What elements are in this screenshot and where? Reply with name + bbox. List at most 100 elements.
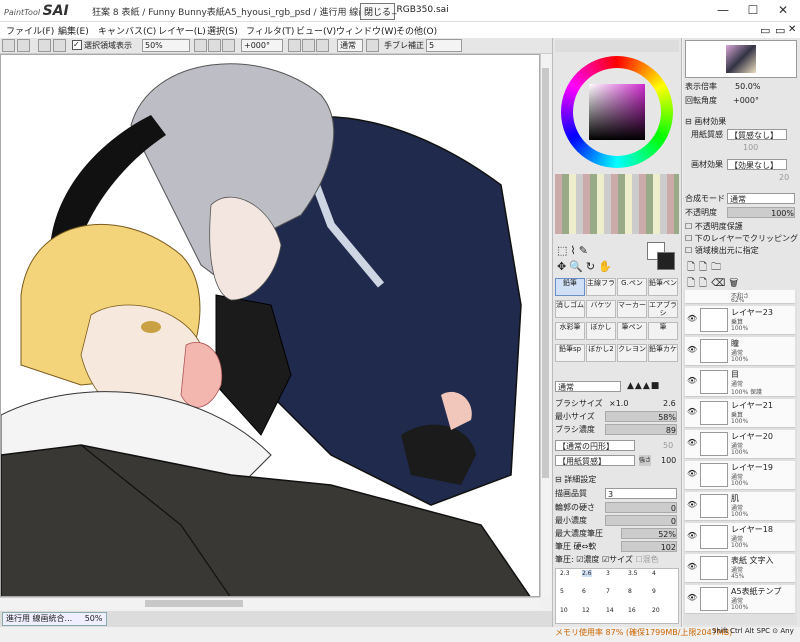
- brush-size-value[interactable]: 2.6: [663, 398, 676, 409]
- menu-other[interactable]: その他(O): [396, 24, 437, 37]
- nav-zoom-value[interactable]: 50.0%: [735, 81, 760, 92]
- color-swatches[interactable]: [555, 174, 679, 234]
- rotate-reset-icon[interactable]: [316, 39, 329, 52]
- eye-icon[interactable]: 👁: [687, 562, 697, 572]
- nav-tools[interactable]: ✥🔍↻✋: [557, 260, 615, 273]
- layer-list[interactable]: 不和さ 62% 👁 レイヤー23 乗算 100% 👁 瞳通常 100% 👁 目通常 100% 保…: [683, 290, 797, 625]
- zoom-in-icon[interactable]: [208, 39, 221, 52]
- tool-pencil-kake[interactable]: 鉛筆カケ: [648, 344, 678, 362]
- mdi-close-icon[interactable]: ✕: [788, 24, 796, 35]
- tool-gpen[interactable]: G.ペン: [617, 278, 647, 296]
- min-density-slider[interactable]: 0: [605, 515, 677, 526]
- layer-item[interactable]: 👁 レイヤー19 通常 100%: [685, 461, 795, 490]
- brush-density-slider[interactable]: 89: [605, 424, 677, 435]
- eye-icon[interactable]: 👁: [687, 345, 697, 355]
- menu-edit[interactable]: 編集(E): [58, 24, 89, 37]
- canvas[interactable]: [0, 54, 540, 597]
- menu-canvas[interactable]: キャンバス(C): [98, 24, 156, 37]
- tool-mainline[interactable]: 主線フラ: [586, 278, 616, 296]
- layer-item[interactable]: 不和さ 62%: [685, 290, 795, 304]
- zoom-reset-icon[interactable]: [222, 39, 235, 52]
- rotate-right-icon[interactable]: [302, 39, 315, 52]
- tool-blur2[interactable]: ぼかし2: [586, 344, 616, 362]
- rotation-select[interactable]: +000°: [241, 39, 283, 52]
- nav-rot-value[interactable]: +000°: [733, 95, 759, 106]
- menu-file[interactable]: ファイル(F): [6, 24, 54, 37]
- tool-brushpen[interactable]: 筆ペン: [617, 322, 647, 340]
- canvas-vertical-scrollbar[interactable]: [540, 54, 550, 597]
- layer-item[interactable]: 👁 レイヤー20 通常 100%: [685, 430, 795, 459]
- clipping-option[interactable]: ☐ 下のレイヤーでクリッピング: [685, 233, 798, 244]
- layer-item[interactable]: 👁 表紙 文字入 通常 45%: [685, 554, 795, 583]
- zoom-out-icon[interactable]: [194, 39, 207, 52]
- tool-pencil-pen[interactable]: 鉛筆ペン: [648, 278, 678, 296]
- deselect-icon[interactable]: [38, 39, 51, 52]
- layer-item[interactable]: 👁 瞳通常 100%: [685, 337, 795, 366]
- eye-icon[interactable]: 👁: [687, 407, 697, 417]
- rotate-left-icon[interactable]: [288, 39, 301, 52]
- maximize-button[interactable]: ☐: [738, 0, 768, 22]
- eye-icon[interactable]: 👁: [687, 438, 697, 448]
- layer-item[interactable]: 👁 肌通常 100%: [685, 492, 795, 521]
- layer-item[interactable]: 👁 A5表紙テンプ 通常 100%: [685, 585, 795, 614]
- canvas-blend-select[interactable]: 通常: [337, 39, 363, 52]
- menu-layer[interactable]: レイヤー(L): [158, 24, 206, 37]
- brush-min-slider[interactable]: 58%: [605, 411, 677, 422]
- tool-airbrush[interactable]: エアブラシ: [648, 300, 678, 318]
- navigator-preview[interactable]: [685, 40, 797, 78]
- redo-icon[interactable]: [17, 39, 30, 52]
- brush-texture-value[interactable]: 100: [661, 455, 676, 466]
- tool-brush[interactable]: 筆: [648, 322, 678, 340]
- zoom-select[interactable]: 50%: [142, 39, 190, 52]
- eye-icon[interactable]: 👁: [687, 531, 697, 541]
- layer-item[interactable]: 👁 レイヤー18 通常 100%: [685, 523, 795, 552]
- mdi-restore-icon[interactable]: ▭: [775, 24, 785, 37]
- color-mode-tabs[interactable]: [555, 40, 679, 52]
- menu-select[interactable]: 選択(S): [207, 24, 238, 37]
- primary-color-icon[interactable]: [657, 252, 675, 270]
- show-selection-checkbox[interactable]: ✓: [72, 40, 82, 50]
- opacity-protect-option[interactable]: ☐ 不透明度保護: [685, 221, 743, 232]
- tool-marker[interactable]: マーカー: [617, 300, 647, 318]
- brush-texture-select[interactable]: 【用紙質感】: [555, 455, 635, 466]
- tool-pencil[interactable]: 鉛筆: [555, 278, 585, 296]
- minimize-button[interactable]: —: [708, 0, 738, 22]
- eye-icon[interactable]: 👁: [687, 500, 697, 510]
- menu-view[interactable]: ビュー(V): [296, 24, 336, 37]
- invert-selection-icon[interactable]: [53, 39, 66, 52]
- layer-blend-select[interactable]: 通常: [727, 193, 795, 204]
- layer-action-icons[interactable]: 🗋🗋🗀: [687, 260, 725, 277]
- menu-window[interactable]: ウィンドウ(W): [336, 24, 397, 37]
- stabilizer-select[interactable]: 5: [426, 39, 462, 52]
- vscroll-thumb[interactable]: [542, 68, 549, 478]
- undo-icon[interactable]: [2, 39, 15, 52]
- eye-icon[interactable]: 👁: [687, 314, 697, 324]
- close-button[interactable]: ✕: [768, 0, 798, 22]
- tool-bucket[interactable]: バケツ: [586, 300, 616, 318]
- layer-item[interactable]: 👁 レイヤー21 乗算 100%: [685, 399, 795, 428]
- quality-select[interactable]: 3: [605, 488, 677, 499]
- brush-size-mult[interactable]: ×1.0: [609, 398, 628, 409]
- detection-source-option[interactable]: ☐ 領域検出元に指定: [685, 245, 759, 256]
- canvas-horizontal-scrollbar[interactable]: [0, 597, 540, 609]
- hardness-slider[interactable]: 0: [605, 502, 677, 513]
- max-density-slider[interactable]: 52%: [621, 528, 677, 539]
- mdi-min-icon[interactable]: ▭: [760, 24, 770, 37]
- detail-settings-header[interactable]: ⊟ 詳細設定: [555, 474, 596, 485]
- pressure-slider[interactable]: 102: [621, 541, 677, 552]
- color-wheel[interactable]: [561, 56, 673, 168]
- layer-item[interactable]: 👁 目通常 100% 保護: [685, 368, 795, 397]
- layer-opacity-slider[interactable]: 100%: [727, 207, 795, 218]
- tool-pencil-sp[interactable]: 鉛筆sp: [555, 344, 585, 362]
- pressure-mix-checkbox[interactable]: ☐: [635, 555, 642, 564]
- hscroll-thumb[interactable]: [145, 600, 243, 607]
- document-tab[interactable]: 進行用 線画統合... 50%: [2, 612, 107, 626]
- brush-size-presets[interactable]: 2.3 2.6 3 3.5 4 5 6 7 8 9 10 12 14 16 20: [555, 568, 679, 624]
- eye-icon[interactable]: 👁: [687, 469, 697, 479]
- color-sv-square[interactable]: [589, 84, 645, 140]
- selection-tools[interactable]: ⬚⌇✎: [557, 244, 591, 257]
- layer-item[interactable]: 👁 レイヤー23 乗算 100%: [685, 306, 795, 335]
- tool-eraser[interactable]: 消しゴム: [555, 300, 585, 318]
- brush-shape-select[interactable]: 【通常の円形】: [555, 440, 635, 451]
- paper-effect-select[interactable]: 【効果なし】: [727, 159, 787, 170]
